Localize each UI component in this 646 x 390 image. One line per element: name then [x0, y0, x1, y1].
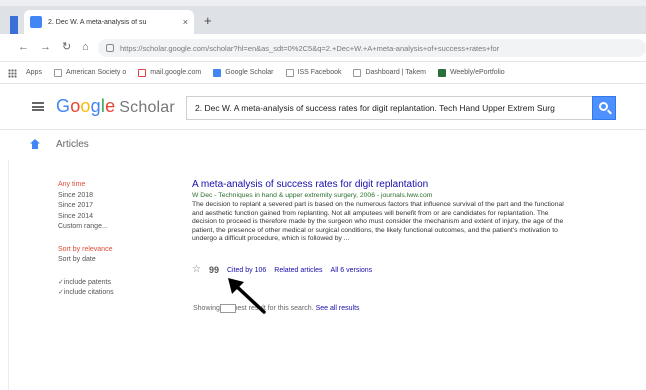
cite-quote-icon[interactable]: 99 — [209, 265, 219, 275]
results-summary: Showing the best result for this search.… — [193, 305, 360, 312]
related-articles-link[interactable]: Related articles — [274, 267, 322, 274]
filter-sidebar: Any time Since 2018 Since 2017 Since 201… — [58, 180, 168, 299]
back-arrow-icon[interactable]: ← — [18, 40, 29, 54]
bookmark-weebly[interactable]: Weebly/ePortfolio — [437, 68, 505, 77]
browser-tab[interactable]: 2. Dec W. A meta-analysis of su × — [24, 10, 194, 34]
bookmark-dashboard[interactable]: Dashboard | Takem — [353, 68, 426, 77]
home-icon[interactable]: ⌂ — [82, 40, 89, 54]
bookmark-google-scholar[interactable]: Google Scholar — [213, 68, 274, 77]
result-meta: W Dec - Techniques in hand & upper extre… — [192, 192, 433, 199]
scholar-favicon-icon — [30, 16, 42, 28]
bookmark-mail[interactable]: mail.google.com — [138, 68, 201, 77]
page-icon — [353, 68, 362, 77]
bookmark-iss-facebook[interactable]: ISS Facebook — [285, 68, 341, 77]
articles-label[interactable]: Articles — [56, 139, 89, 150]
include-patents-checkbox[interactable]: include patents — [58, 278, 168, 289]
page-icon — [285, 68, 294, 77]
filter-any-time[interactable]: Any time — [58, 180, 168, 191]
weebly-icon — [437, 68, 446, 77]
window-accent-flag — [10, 16, 18, 36]
sort-by-relevance[interactable]: Sort by relevance — [58, 245, 168, 256]
search-input[interactable] — [195, 103, 592, 113]
url-text: https://scholar.google.com/scholar?hl=en… — [120, 43, 500, 53]
new-tab-button[interactable]: + — [204, 14, 212, 28]
filter-custom-range[interactable]: Custom range... — [58, 222, 168, 233]
bookmark-american-society[interactable]: American Society o — [53, 68, 126, 77]
mail-icon — [138, 68, 147, 77]
lock-icon — [106, 44, 114, 52]
save-star-icon[interactable]: ☆ — [192, 265, 201, 275]
result-snippet: The decision to replant a severed part i… — [192, 201, 564, 243]
search-box — [186, 96, 592, 120]
reload-icon[interactable]: ↻ — [62, 40, 71, 54]
articles-bar: Articles — [0, 130, 646, 160]
search-button[interactable] — [592, 96, 616, 120]
forward-arrow-icon[interactable]: → — [40, 40, 51, 54]
filter-since-2014[interactable]: Since 2014 — [58, 212, 168, 223]
result-title-link[interactable]: A meta-analysis of success rates for dig… — [192, 179, 572, 190]
all-versions-link[interactable]: All 6 versions — [331, 267, 373, 274]
filter-since-2018[interactable]: Since 2018 — [58, 191, 168, 202]
scholar-header: Google Scholar — [0, 84, 646, 130]
result-actions: ☆ 99 Cited by 106 Related articles All 6… — [192, 264, 572, 276]
browser-toolbar: ← → ↻ ⌂ https://scholar.google.com/schol… — [0, 34, 646, 62]
tab-close-icon[interactable]: × — [183, 17, 188, 27]
bookmarks-bar: Apps American Society o mail.google.com … — [0, 62, 646, 84]
apps-grid-icon — [8, 69, 17, 78]
include-citations-checkbox[interactable]: include citations — [58, 288, 168, 299]
see-all-results-link[interactable]: See all results — [316, 305, 360, 312]
scholar-icon — [213, 68, 222, 77]
tab-title: 2. Dec W. A meta-analysis of su — [48, 18, 147, 26]
annotation-arrow-icon — [228, 278, 266, 314]
articles-icon — [30, 139, 40, 149]
google-scholar-logo[interactable]: Google Scholar — [56, 96, 175, 117]
cited-by-link[interactable]: Cited by 106 — [227, 267, 266, 274]
filter-since-2017[interactable]: Since 2017 — [58, 201, 168, 212]
sort-by-date[interactable]: Sort by date — [58, 255, 168, 266]
hamburger-menu-icon[interactable] — [32, 102, 44, 111]
search-result: A meta-analysis of success rates for dig… — [192, 179, 572, 276]
address-bar[interactable]: https://scholar.google.com/scholar?hl=en… — [98, 39, 646, 57]
bookmark-apps[interactable]: Apps — [26, 69, 42, 76]
page-icon — [53, 68, 62, 77]
